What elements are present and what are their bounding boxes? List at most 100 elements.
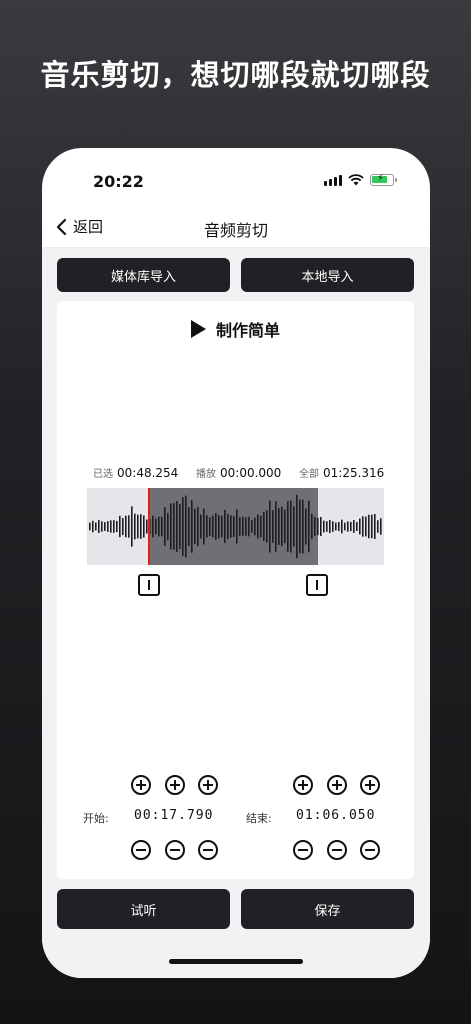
waveform-bar	[134, 513, 136, 540]
end-decrease-seconds-button[interactable]	[327, 840, 347, 860]
play-control[interactable]: 制作简单	[57, 317, 414, 341]
waveform-bar	[194, 508, 196, 545]
end-increase-ms-button[interactable]	[360, 775, 380, 795]
waveform[interactable]	[87, 488, 384, 565]
play-value: 00:00.000	[220, 466, 282, 480]
waveform-bar	[215, 513, 217, 540]
cellular-signal-icon	[324, 174, 342, 186]
waveform-bar	[92, 520, 94, 533]
start-decrease-ms-button[interactable]	[198, 840, 218, 860]
waveform-bar	[296, 494, 298, 559]
local-import-button[interactable]: 本地导入	[241, 258, 414, 292]
start-label: 开始:	[83, 812, 109, 825]
waveform-bar	[200, 514, 202, 539]
waveform-bar	[365, 516, 367, 537]
waveform-bar	[257, 514, 259, 539]
end-increase-seconds-button[interactable]	[327, 775, 347, 795]
wifi-icon	[348, 174, 364, 186]
waveform-bar	[290, 500, 292, 553]
waveform-bar	[356, 522, 358, 531]
waveform-bar	[173, 503, 175, 550]
waveform-bar	[113, 520, 115, 533]
preview-button[interactable]: 试听	[57, 889, 230, 929]
end-decrease-minutes-button[interactable]	[293, 840, 313, 860]
waveform-bar	[98, 520, 100, 533]
waveform-bar	[263, 512, 265, 541]
waveform-bar	[224, 509, 226, 544]
total-label: 全部	[299, 469, 319, 480]
waveform-bar	[335, 522, 337, 531]
save-button[interactable]: 保存	[241, 889, 414, 929]
waveform-bar	[170, 503, 172, 550]
status-time: 20:22	[93, 172, 144, 191]
waveform-bar	[239, 517, 241, 536]
playhead-cursor[interactable]	[148, 488, 150, 565]
waveform-bar	[140, 514, 142, 539]
waveform-bar	[323, 520, 325, 533]
editor-card: 制作简单 已选 00:48.254 播放 00:00.000 全部 01:25.316…	[57, 301, 414, 879]
start-decrease-seconds-button[interactable]	[165, 840, 185, 860]
total-duration: 全部 01:25.316	[299, 465, 384, 480]
start-increase-minutes-button[interactable]	[131, 775, 151, 795]
waveform-bar	[143, 515, 145, 538]
waveform-bar	[260, 515, 262, 538]
waveform-bar	[320, 516, 322, 537]
waveform-bar	[185, 495, 187, 558]
waveform-bar	[128, 515, 130, 538]
waveform-bar	[167, 512, 169, 541]
waveform-bar	[182, 497, 184, 556]
start-increase-ms-button[interactable]	[198, 775, 218, 795]
waveform-bar	[233, 516, 235, 537]
waveform-bar	[287, 501, 289, 552]
start-trim-handle[interactable]	[138, 574, 160, 596]
promo-headline: 音乐剪切，想切哪段就切哪段	[40, 58, 431, 92]
waveform-bar	[176, 501, 178, 552]
navigation-bar: 返回 音频剪切	[42, 208, 430, 248]
play-position: 播放 00:00.000	[196, 465, 281, 480]
waveform-bar	[110, 520, 112, 533]
play-icon[interactable]	[190, 320, 206, 338]
waveform-bar	[362, 516, 364, 537]
status-bar: 20:22 ⚡	[42, 148, 430, 208]
waveform-bar	[248, 516, 250, 537]
waveform-bar	[101, 521, 103, 532]
waveform-bar	[329, 519, 331, 534]
end-increase-minutes-button[interactable]	[293, 775, 313, 795]
waveform-bar	[359, 518, 361, 535]
waveform-bar	[350, 521, 352, 532]
waveform-bar	[218, 514, 220, 539]
waveform-bar	[311, 513, 313, 540]
selected-label: 已选	[93, 469, 113, 480]
phone-frame: 20:22 ⚡ 返回 音频剪切 媒体库导入 本地导入 制作简单 已选 00:48…	[42, 148, 430, 978]
waveform-bar	[212, 515, 214, 538]
waveform-bar	[251, 520, 253, 533]
page-title: 音频剪切	[203, 221, 268, 240]
end-trim-handle[interactable]	[306, 574, 328, 596]
waveform-bar	[377, 520, 379, 533]
waveform-bar	[308, 500, 310, 553]
start-decrease-minutes-button[interactable]	[131, 840, 151, 860]
waveform-bar	[158, 516, 160, 537]
media-library-import-button[interactable]: 媒体库导入	[57, 258, 230, 292]
waveform-bar	[125, 515, 127, 538]
waveform-bar	[155, 518, 157, 535]
waveform-bar	[368, 514, 370, 539]
waveform-bar	[266, 510, 268, 543]
waveform-bar	[206, 515, 208, 538]
waveform-bar	[344, 522, 346, 531]
waveform-bar	[221, 515, 223, 538]
waveform-bar	[209, 517, 211, 536]
selected-duration: 已选 00:48.254	[93, 465, 178, 480]
waveform-bar	[122, 517, 124, 536]
start-increase-seconds-button[interactable]	[165, 775, 185, 795]
waveform-bar	[278, 508, 280, 545]
play-label: 播放	[196, 469, 216, 480]
waveform-bar	[137, 514, 139, 539]
waveform-bar	[104, 522, 106, 531]
waveform-bar	[161, 516, 163, 537]
waveform-bar	[314, 517, 316, 536]
player-title: 制作简单	[215, 321, 280, 340]
end-decrease-ms-button[interactable]	[360, 840, 380, 860]
waveform-bar	[242, 516, 244, 537]
waveform-bar	[119, 515, 121, 538]
